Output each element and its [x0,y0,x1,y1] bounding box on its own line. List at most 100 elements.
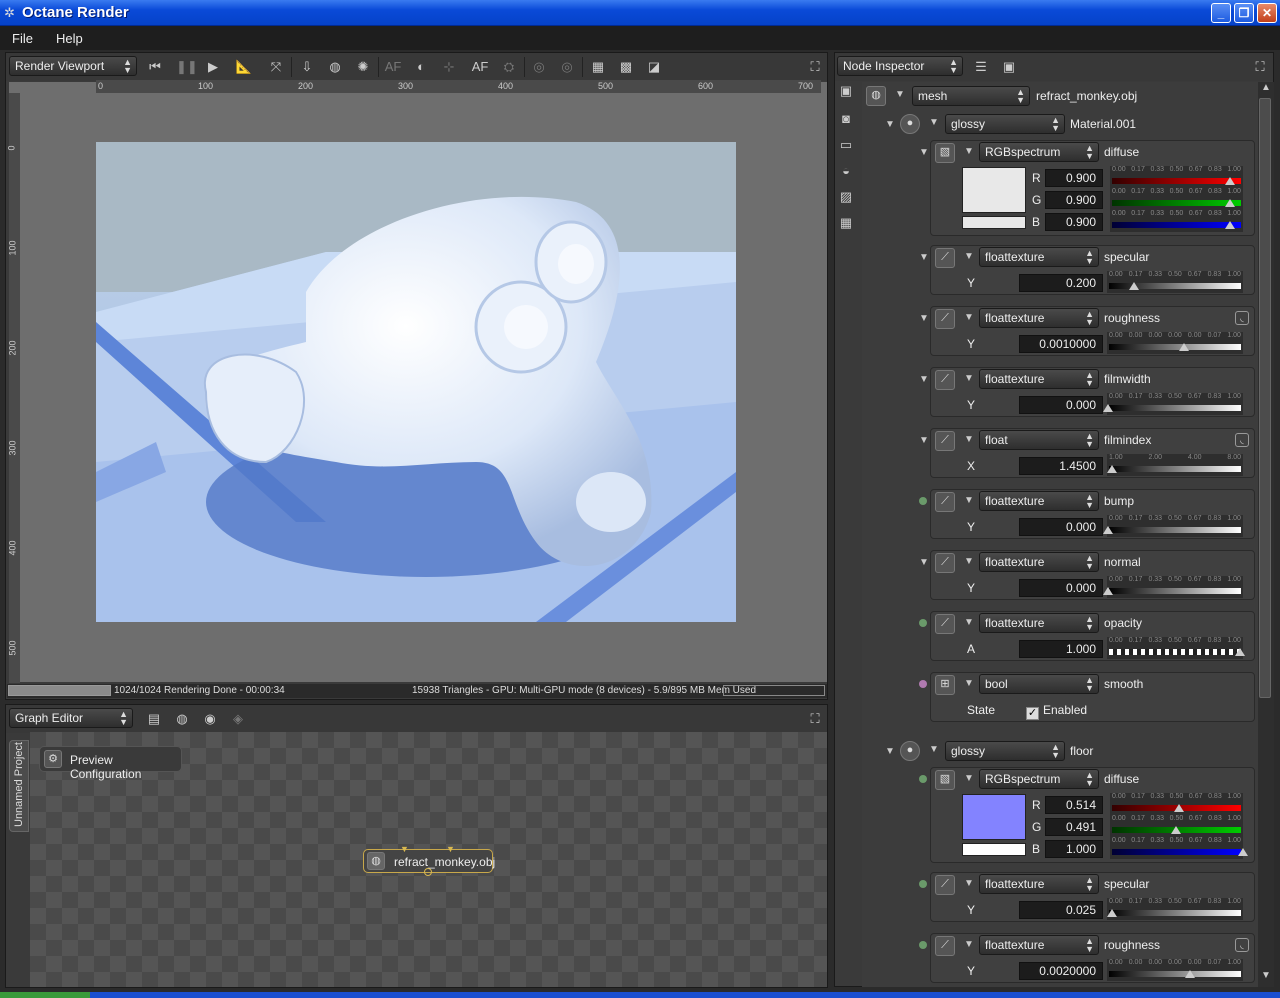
collapse-triangle-icon[interactable]: ▼ [895,89,905,100]
value-r-field[interactable]: 0.514 [1045,796,1103,814]
collapse-triangle-icon[interactable]: ▼ [964,312,974,323]
slider-knob[interactable] [1238,848,1248,856]
color-swatch-bar[interactable] [962,843,1026,856]
value-b-field[interactable]: 1.000 [1045,840,1103,858]
collapse-triangle-icon[interactable]: ▼ [919,313,929,324]
scroll-up-icon[interactable]: ▲ [1261,82,1271,93]
input-pin-dot[interactable] [919,775,927,783]
roughness-slider[interactable]: 0.00 0.00 0.00 0.00 0.00 0.07 1.00 [1107,332,1243,354]
maximize-panel-icon[interactable]: ⛶ [806,58,824,76]
slider-knob[interactable] [1225,221,1235,229]
slider-knob[interactable] [1179,343,1189,351]
texture-type-select[interactable]: floattexture ▲ ▼ [979,308,1099,328]
checker-toggle-icon[interactable]: ▩ [617,58,635,76]
texture-type-select[interactable]: floattexture ▲ ▼ [979,491,1099,511]
bump-value-field[interactable]: 0.000 [1019,518,1103,536]
collapse-triangle-icon[interactable]: ▼ [964,878,974,889]
collapse-triangle-icon[interactable]: ▼ [964,678,974,689]
input-pin-icon[interactable]: ▼ [446,844,455,854]
slider-knob[interactable] [1129,282,1139,290]
specular-value-field[interactable]: 0.025 [1019,901,1103,919]
slider-knob[interactable] [1185,970,1195,978]
film-region-icon[interactable]: ◎ [558,58,576,76]
normal-slider[interactable]: 0.00 0.17 0.33 0.50 0.67 0.83 1.00 [1103,576,1243,598]
collapse-triangle-icon[interactable]: ▼ [885,746,895,757]
viewport-selector[interactable]: Render Viewport ▲ ▼ [9,56,137,76]
maximize-button[interactable]: ❐ [1234,3,1254,23]
slider-knob[interactable] [1107,909,1117,917]
slider-knob[interactable] [1174,804,1184,812]
collapse-triangle-icon[interactable]: ▼ [964,773,974,784]
g-slider[interactable]: 0.00 0.17 0.33 0.50 0.67 0.83 1.00 [1110,815,1243,837]
texture-type-select[interactable]: RGBspectrum ▲ ▼ [979,142,1099,162]
texture-type-select[interactable]: floattexture ▲ ▼ [979,935,1099,955]
collapse-triangle-icon[interactable]: ▼ [919,147,929,158]
curve-mode-icon[interactable]: ◟ [1235,311,1249,325]
input-pin-dot[interactable] [919,619,927,627]
roughness-value-field[interactable]: 0.0010000 [1019,335,1103,353]
auto-focus-pick-icon[interactable]: AF [384,58,402,76]
rendered-image[interactable] [96,142,736,622]
value-b-field[interactable]: 0.900 [1045,213,1103,231]
b-slider[interactable]: 0.00 0.17 0.33 0.50 0.67 0.83 1.00 [1110,210,1243,232]
filmindex-value-field[interactable]: 1.4500 [1019,457,1103,475]
curve-mode-icon[interactable]: ◟ [1235,433,1249,447]
g-slider[interactable]: 0.00 0.17 0.33 0.50 0.67 0.83 1.00 [1110,188,1243,210]
close-button[interactable]: ✕ [1257,3,1277,23]
maximize-panel-icon[interactable]: ⛶ [1251,58,1269,76]
color-swatch[interactable] [962,794,1026,840]
scroll-down-icon[interactable]: ▼ [1261,970,1271,981]
mesh-node[interactable]: ◍ refract_monkey.obj ▼ ▼ [363,844,495,876]
collapse-triangle-icon[interactable]: ▼ [964,939,974,950]
export-image-icon[interactable]: ⇩ [298,58,316,76]
texture-type-select[interactable]: floattexture ▲ ▼ [979,613,1099,633]
scrollbar-thumb[interactable] [1259,98,1271,698]
filmwidth-slider[interactable]: 0.00 0.17 0.33 0.50 0.67 0.83 1.00 [1103,393,1243,415]
bump-slider[interactable]: 0.00 0.17 0.33 0.50 0.67 0.83 1.00 [1103,515,1243,537]
region-render-icon[interactable]: ◎ [530,58,548,76]
collapse-triangle-icon[interactable]: ▼ [964,617,974,628]
auto-focus-button[interactable]: AF [470,58,490,76]
collapse-triangle-icon[interactable]: ▼ [929,744,939,755]
menu-help[interactable]: Help [56,31,83,46]
slider-knob[interactable] [1107,465,1117,473]
collapse-triangle-icon[interactable]: ▼ [964,495,974,506]
start-button[interactable] [0,992,90,998]
opacity-slider[interactable]: 0.00 0.17 0.33 0.50 0.67 0.83 1.00 [1107,637,1245,659]
white-balance-icon[interactable]: ◐ [412,58,430,76]
fit-view-icon[interactable]: ⤧ [267,58,285,76]
texture-type-select[interactable]: RGBspectrum ▲ ▼ [979,769,1099,789]
opacity-value-field[interactable]: 1.000 [1019,640,1103,658]
collapse-triangle-icon[interactable]: ▼ [964,146,974,157]
collapse-triangle-icon[interactable]: ▼ [964,251,974,262]
slider-knob[interactable] [1103,526,1113,534]
material-type-select[interactable]: glossy ▲ ▼ [945,741,1065,761]
value-g-field[interactable]: 0.491 [1045,818,1103,836]
preview-configuration-node[interactable]: ⚙ Preview Configuration [39,746,182,781]
collapse-triangle-icon[interactable]: ▼ [964,556,974,567]
collapse-triangle-icon[interactable]: ▼ [919,435,929,446]
value-r-field[interactable]: 0.900 [1045,169,1103,187]
start-render-icon[interactable]: ▶ [204,58,222,76]
slider-knob[interactable] [1235,648,1245,656]
specular-slider[interactable]: 0.00 0.17 0.33 0.50 0.67 0.83 1.00 [1107,271,1243,293]
focus-picker-icon[interactable]: ✺ [354,58,372,76]
texture-type-select[interactable]: floattexture ▲ ▼ [979,247,1099,267]
new-scene-icon[interactable]: ▤ [145,710,163,728]
texture-type-select[interactable]: floattexture ▲ ▼ [979,874,1099,894]
menu-file[interactable]: File [12,31,33,46]
color-swatch[interactable] [962,167,1026,213]
imager-icon[interactable]: ▨ [837,188,855,206]
film-settings-icon[interactable]: ▭ [837,136,855,154]
normal-value-field[interactable]: 0.000 [1019,579,1103,597]
slider-knob[interactable] [1225,177,1235,185]
collapse-triangle-icon[interactable]: ▼ [919,374,929,385]
collapse-all-icon[interactable]: ☰ [972,58,990,76]
lock-camera-icon[interactable]: ⛭ [500,58,518,76]
environment-icon[interactable]: ◒ [837,162,855,180]
texture-type-select[interactable]: floattexture ▲ ▼ [979,552,1099,572]
color-swatch-bar[interactable] [962,216,1026,229]
curve-mode-icon[interactable]: ◟ [1235,938,1249,952]
pause-render-icon[interactable]: ❚❚ [176,58,198,76]
collapse-triangle-icon[interactable]: ▼ [885,119,895,130]
